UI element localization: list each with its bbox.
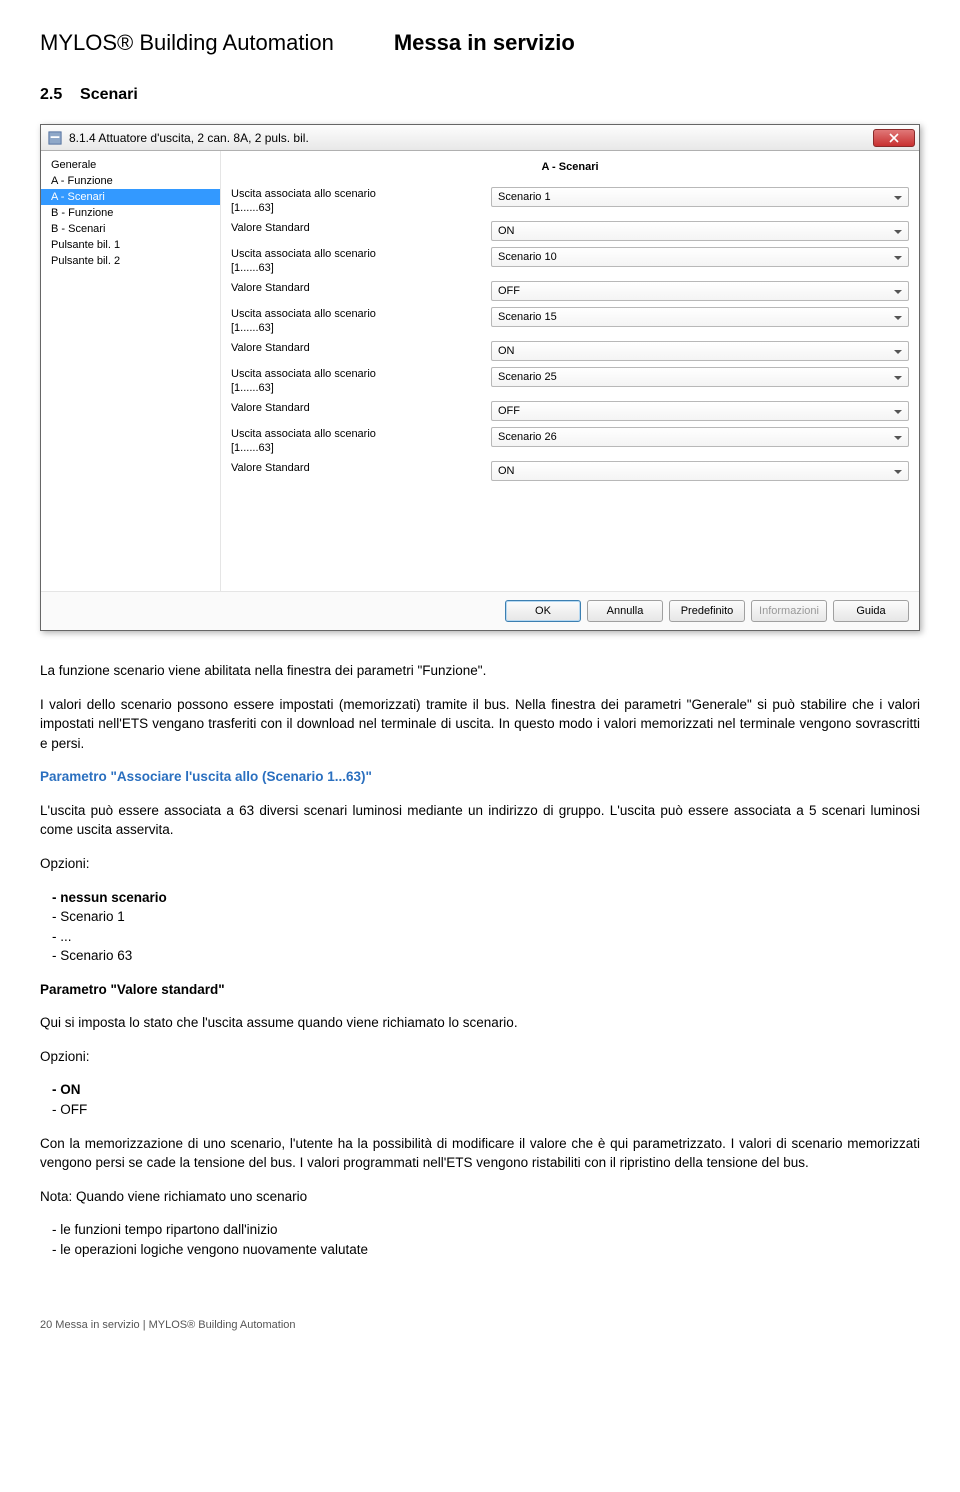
param-row: Uscita associata allo scenario[1......63… bbox=[231, 187, 909, 215]
param-label: Valore Standard bbox=[231, 341, 491, 355]
param-row: Uscita associata allo scenario[1......63… bbox=[231, 427, 909, 455]
tree-item[interactable]: Pulsante bil. 2 bbox=[41, 253, 220, 269]
param-dropdown[interactable]: ON bbox=[491, 221, 909, 241]
list-item: le operazioni logiche vengono nuovamente… bbox=[52, 1240, 920, 1260]
list-item: ... bbox=[52, 927, 920, 947]
ets-parameter-dialog: 8.1.4 Attuatore d'uscita, 2 can. 8A, 2 p… bbox=[40, 124, 920, 631]
param-label: Valore Standard bbox=[231, 221, 491, 235]
page-header: MYLOS® Building Automation Messa in serv… bbox=[40, 30, 920, 56]
dialog-footer: OK Annulla Predefinito Informazioni Guid… bbox=[41, 591, 919, 630]
param-label: Uscita associata allo scenario[1......63… bbox=[231, 427, 491, 455]
list-item: OFF bbox=[52, 1100, 920, 1120]
page-footer: 20 Messa in servizio | MYLOS® Building A… bbox=[40, 1319, 920, 1331]
param-dropdown[interactable]: ON bbox=[491, 461, 909, 481]
param-dropdown[interactable]: OFF bbox=[491, 401, 909, 421]
paragraph: La funzione scenario viene abilitata nel… bbox=[40, 661, 920, 681]
param-dropdown[interactable]: Scenario 26 bbox=[491, 427, 909, 447]
body-content: La funzione scenario viene abilitata nel… bbox=[40, 661, 920, 1259]
param-dropdown[interactable]: Scenario 25 bbox=[491, 367, 909, 387]
list-item: Scenario 1 bbox=[52, 907, 920, 927]
list-item: Scenario 63 bbox=[52, 946, 920, 966]
tree-item[interactable]: A - Funzione bbox=[41, 173, 220, 189]
panel-title: A - Scenari bbox=[231, 157, 909, 187]
param-row: Valore StandardON bbox=[231, 341, 909, 361]
param-row: Valore StandardON bbox=[231, 221, 909, 241]
section-heading: 2.5 Scenari bbox=[40, 86, 920, 104]
param-heading: Parametro "Valore standard" bbox=[40, 980, 920, 1000]
parameter-tree: GeneraleA - FunzioneA - ScenariB - Funzi… bbox=[41, 151, 221, 591]
param-row: Valore StandardOFF bbox=[231, 401, 909, 421]
param-dropdown[interactable]: Scenario 15 bbox=[491, 307, 909, 327]
param-dropdown[interactable]: ON bbox=[491, 341, 909, 361]
param-dropdown[interactable]: Scenario 10 bbox=[491, 247, 909, 267]
dialog-title: 8.1.4 Attuatore d'uscita, 2 can. 8A, 2 p… bbox=[69, 131, 873, 145]
title-bar: 8.1.4 Attuatore d'uscita, 2 can. 8A, 2 p… bbox=[41, 125, 919, 151]
param-label: Uscita associata allo scenario[1......63… bbox=[231, 247, 491, 275]
paragraph: Con la memorizzazione di uno scenario, l… bbox=[40, 1134, 920, 1173]
ok-button[interactable]: OK bbox=[505, 600, 581, 622]
param-dropdown[interactable]: OFF bbox=[491, 281, 909, 301]
param-label: Valore Standard bbox=[231, 401, 491, 415]
header-product: MYLOS® Building Automation bbox=[40, 30, 334, 56]
app-icon bbox=[47, 130, 63, 146]
tree-item[interactable]: Pulsante bil. 1 bbox=[41, 237, 220, 253]
options-list: ONOFF bbox=[40, 1080, 920, 1119]
param-row: Uscita associata allo scenario[1......63… bbox=[231, 367, 909, 395]
options-label: Opzioni: bbox=[40, 1047, 920, 1067]
note-label: Nota: Quando viene richiamato uno scenar… bbox=[40, 1187, 920, 1207]
param-dropdown[interactable]: Scenario 1 bbox=[491, 187, 909, 207]
paragraph: L'uscita può essere associata a 63 diver… bbox=[40, 801, 920, 840]
param-row: Valore StandardOFF bbox=[231, 281, 909, 301]
info-button: Informazioni bbox=[751, 600, 827, 622]
parameter-panel: A - Scenari Uscita associata allo scenar… bbox=[221, 151, 919, 591]
tree-item[interactable]: B - Scenari bbox=[41, 221, 220, 237]
param-row: Uscita associata allo scenario[1......63… bbox=[231, 307, 909, 335]
close-button[interactable] bbox=[873, 129, 915, 147]
list-item: le funzioni tempo ripartono dall'inizio bbox=[52, 1220, 920, 1240]
param-label: Uscita associata allo scenario[1......63… bbox=[231, 187, 491, 215]
list-item: ON bbox=[52, 1080, 920, 1100]
note-list: le funzioni tempo ripartono dall'iniziol… bbox=[40, 1220, 920, 1259]
tree-item[interactable]: Generale bbox=[41, 157, 220, 173]
param-heading: Parametro "Associare l'uscita allo (Scen… bbox=[40, 767, 920, 787]
tree-item[interactable]: B - Funzione bbox=[41, 205, 220, 221]
paragraph: Qui si imposta lo stato che l'uscita ass… bbox=[40, 1013, 920, 1033]
param-label: Uscita associata allo scenario[1......63… bbox=[231, 367, 491, 395]
cancel-button[interactable]: Annulla bbox=[587, 600, 663, 622]
tree-item[interactable]: A - Scenari bbox=[41, 189, 220, 205]
param-row: Valore StandardON bbox=[231, 461, 909, 481]
param-label: Valore Standard bbox=[231, 281, 491, 295]
param-label: Valore Standard bbox=[231, 461, 491, 475]
list-item: nessun scenario bbox=[52, 888, 920, 908]
paragraph: I valori dello scenario possono essere i… bbox=[40, 695, 920, 754]
options-label: Opzioni: bbox=[40, 854, 920, 874]
param-row: Uscita associata allo scenario[1......63… bbox=[231, 247, 909, 275]
header-section: Messa in servizio bbox=[394, 30, 575, 56]
default-button[interactable]: Predefinito bbox=[669, 600, 745, 622]
options-list: nessun scenarioScenario 1...Scenario 63 bbox=[40, 888, 920, 966]
help-button[interactable]: Guida bbox=[833, 600, 909, 622]
param-label: Uscita associata allo scenario[1......63… bbox=[231, 307, 491, 335]
